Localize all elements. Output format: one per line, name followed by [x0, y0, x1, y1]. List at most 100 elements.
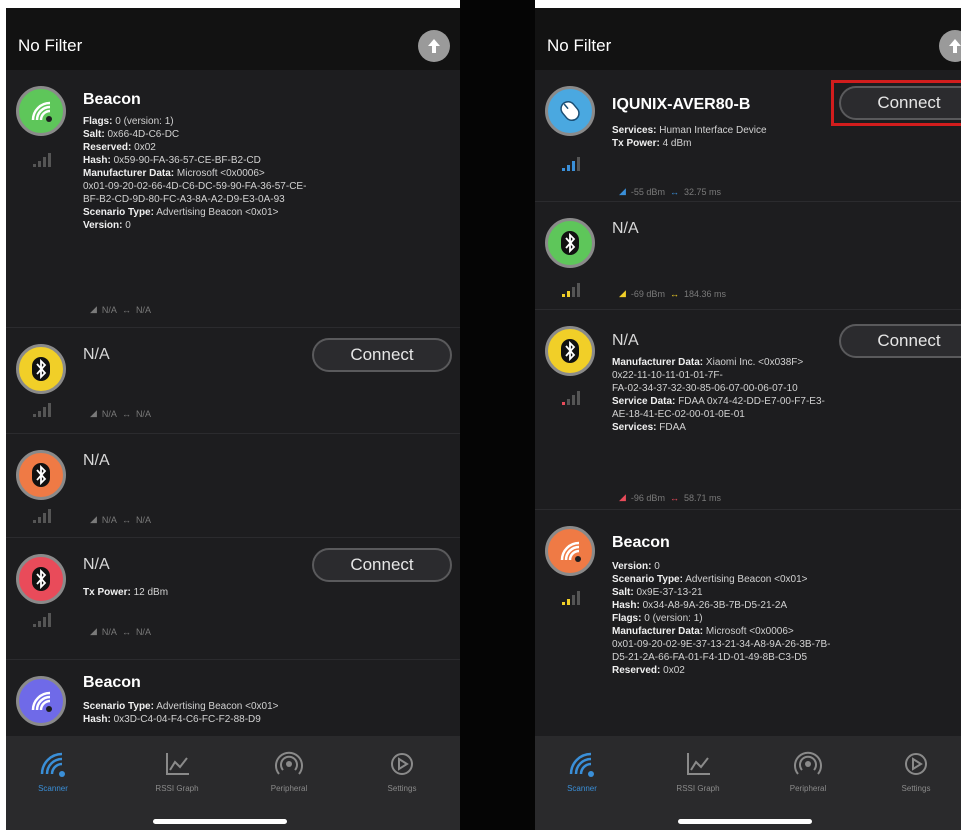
signal-strength-icon [562, 591, 580, 605]
status-strip [535, 0, 961, 8]
tab-settings[interactable]: Settings [871, 750, 961, 793]
navigation-bar: No Filter [535, 8, 961, 70]
interval-value: N/A [135, 626, 151, 637]
broadcast-icon [794, 751, 822, 775]
tab-label: RSSI Graph [155, 784, 199, 793]
rssi-value: -96 dBm [630, 492, 665, 503]
tab-label: Peripheral [270, 784, 308, 793]
bluetooth-icon [32, 357, 50, 381]
rssi-row: ◢ -69 dBm ↔ 184.36 ms [619, 288, 726, 299]
home-indicator[interactable] [153, 819, 287, 824]
rssi-icon: ◢ [90, 626, 97, 636]
rssi-icon: ◢ [619, 288, 626, 298]
tab-rssi-graph[interactable]: RSSI Graph [653, 750, 743, 793]
interval-value: 58.71 ms [683, 492, 721, 503]
tab-settings[interactable]: Settings [357, 750, 447, 793]
list-item[interactable]: N/A ◢ N/A ↔ N/A [6, 434, 460, 538]
list-item[interactable]: N/A ◢ -69 dBm ↔ 184.36 ms [535, 202, 961, 310]
device-name: Beacon [83, 91, 141, 108]
rssi-row: ◢ N/A ↔ N/A [90, 408, 151, 419]
signal-strength-icon [33, 509, 51, 523]
home-indicator[interactable] [678, 819, 812, 824]
interval-icon: ↔ [121, 514, 131, 525]
rssi-value: N/A [101, 626, 117, 637]
device-avatar [545, 326, 595, 376]
interval-icon: ↔ [121, 626, 131, 637]
tab-label: Peripheral [789, 784, 827, 793]
signal-strength-icon [33, 403, 51, 417]
connect-button[interactable]: Connect [312, 338, 452, 372]
list-item[interactable]: Beacon Version: 0 Scenario Type: Adverti… [535, 510, 961, 736]
device-info: Tx Power: 12 dBm [83, 587, 169, 598]
device-name: N/A [83, 556, 110, 573]
interval-icon: ↔ [121, 408, 131, 419]
device-avatar [16, 344, 66, 394]
navigation-bar: No Filter [6, 8, 460, 70]
device-name: N/A [612, 332, 639, 349]
rssi-row: ◢ N/A ↔ N/A [90, 514, 151, 525]
connect-button[interactable]: Connect [312, 548, 452, 582]
device-name: Beacon [83, 674, 141, 691]
settings-icon [905, 753, 927, 775]
list-item[interactable]: Beacon Scenario Type: Advertising Beacon… [6, 660, 460, 736]
arrow-up-icon [949, 39, 961, 53]
filter-button[interactable] [418, 30, 450, 62]
device-name: Beacon [612, 534, 670, 551]
interval-value: 184.36 ms [683, 288, 726, 299]
signal-strength-icon [562, 283, 580, 297]
scanner-icon [569, 752, 594, 777]
device-avatar [545, 218, 595, 268]
bluetooth-icon [561, 339, 579, 363]
signal-strength-icon [562, 391, 580, 405]
status-strip [6, 0, 460, 8]
scanner-screen-left: No Filter Beacon Flags: 0 (version: 1) S… [6, 0, 460, 830]
signal-strength-icon [33, 613, 51, 627]
mouse-icon [560, 100, 580, 122]
list-item[interactable]: N/A Connect ◢ N/A ↔ N/A [6, 328, 460, 434]
highlight-box [831, 80, 961, 126]
tab-scanner[interactable]: Scanner [8, 750, 98, 793]
signal-strength-icon [562, 157, 580, 171]
list-item[interactable]: Beacon Flags: 0 (version: 1) Salt: 0x66-… [6, 70, 460, 328]
tab-rssi-graph[interactable]: RSSI Graph [132, 750, 222, 793]
scanner-screen-right: No Filter IQUNIX-AVER80-B Services: Huma… [535, 0, 961, 830]
tab-peripheral[interactable]: Peripheral [244, 750, 334, 793]
interval-value: 32.75 ms [683, 186, 721, 197]
tab-bar: Scanner RSSI Graph Peripheral Settings [535, 736, 961, 830]
list-item[interactable]: N/A Tx Power: 12 dBm Connect ◢ N/A ↔ N/A [6, 538, 460, 660]
graph-icon [166, 753, 189, 775]
device-avatar [545, 86, 595, 136]
list-item[interactable]: IQUNIX-AVER80-B Services: Human Interfac… [535, 70, 961, 202]
settings-icon [391, 753, 413, 775]
wifi-beacon-icon [560, 541, 581, 562]
rssi-icon: ◢ [90, 514, 97, 524]
signal-strength-icon [33, 153, 51, 167]
device-info: Version: 0 Scenario Type: Advertising Be… [612, 561, 831, 676]
divider [460, 0, 535, 830]
rssi-value: -55 dBm [630, 186, 665, 197]
tab-scanner[interactable]: Scanner [537, 750, 627, 793]
rssi-value: N/A [101, 408, 117, 419]
bluetooth-icon [32, 463, 50, 487]
device-name: N/A [83, 346, 110, 363]
interval-icon: ↔ [669, 288, 679, 299]
wifi-beacon-icon [31, 691, 52, 712]
filter-button[interactable] [939, 30, 961, 62]
bluetooth-icon [561, 231, 579, 255]
device-avatar [16, 676, 66, 726]
tab-peripheral[interactable]: Peripheral [763, 750, 853, 793]
rssi-icon: ◢ [619, 186, 626, 196]
interval-value: N/A [135, 408, 151, 419]
rssi-value: -69 dBm [630, 288, 665, 299]
rssi-row: ◢ -96 dBm ↔ 58.71 ms [619, 492, 721, 503]
device-avatar [545, 526, 595, 576]
device-name: N/A [83, 452, 110, 469]
device-list: Beacon Flags: 0 (version: 1) Salt: 0x66-… [6, 70, 460, 736]
tab-label: Scanner [38, 784, 68, 793]
connect-button[interactable]: Connect [839, 324, 961, 358]
list-item[interactable]: N/A Manufacturer Data: Xiaomi Inc. <0x03… [535, 310, 961, 510]
device-info: Scenario Type: Advertising Beacon <0x01>… [83, 701, 279, 725]
rssi-value: N/A [101, 304, 117, 315]
device-list: IQUNIX-AVER80-B Services: Human Interfac… [535, 70, 961, 736]
graph-icon [687, 753, 710, 775]
